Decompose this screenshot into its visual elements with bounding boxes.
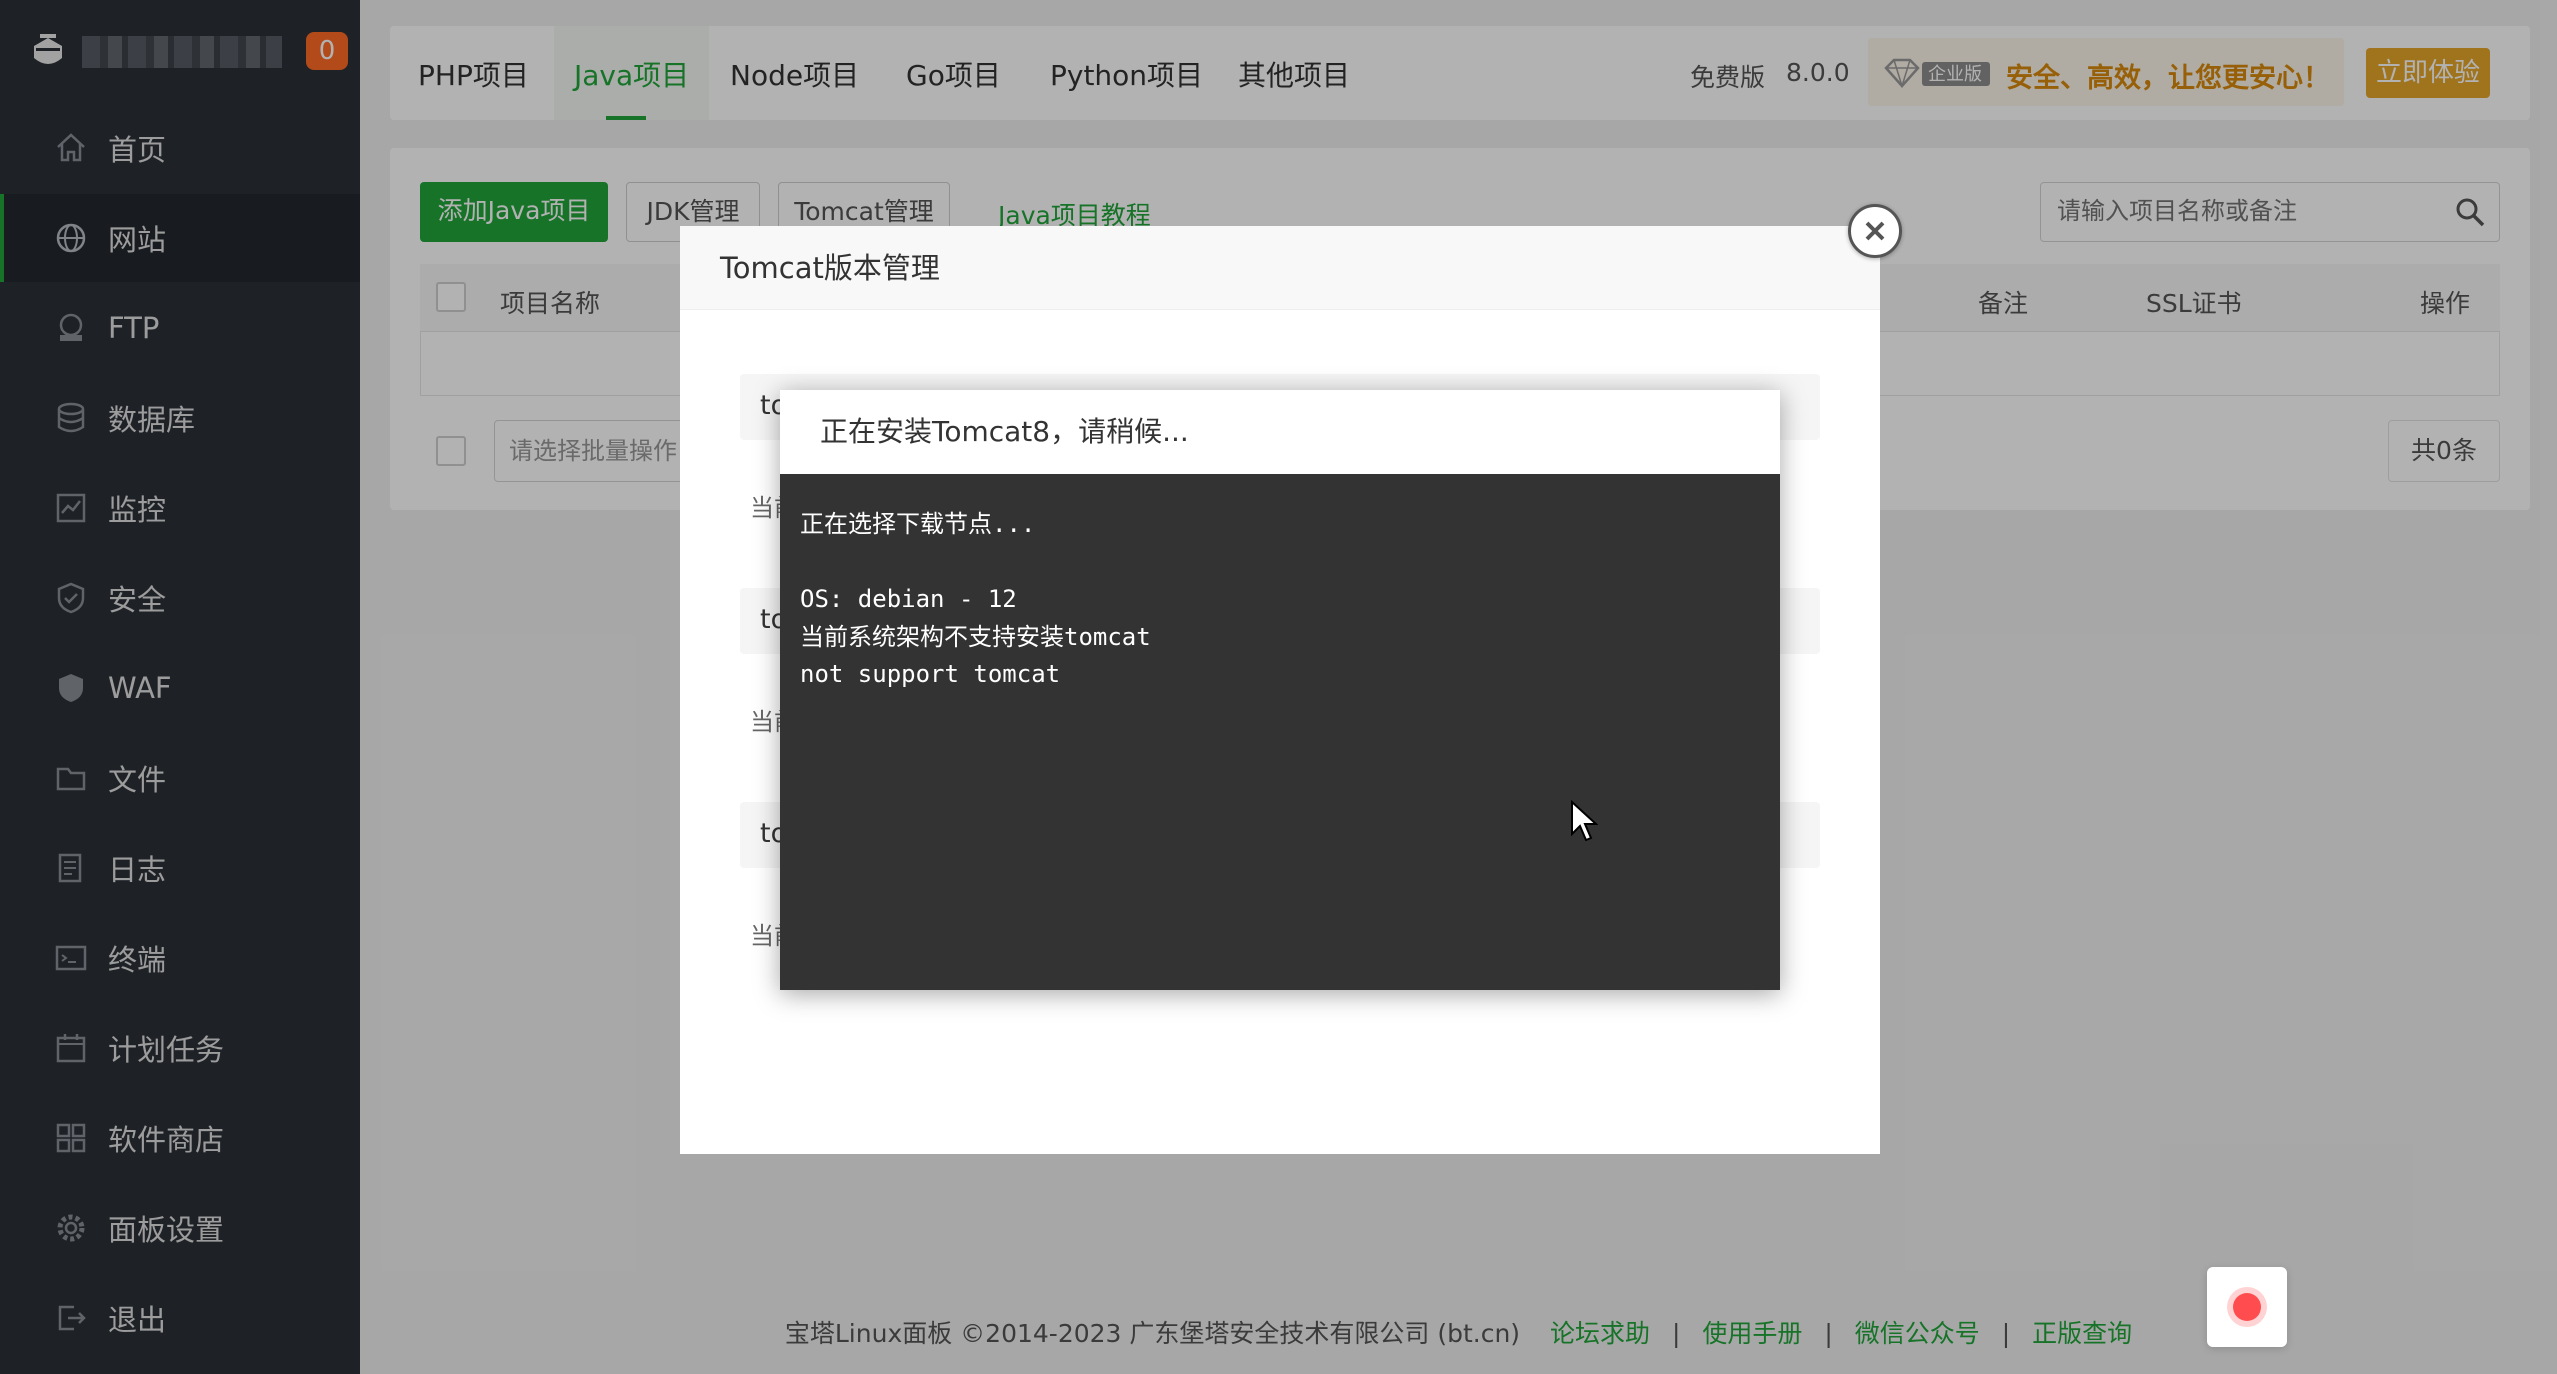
install-progress-dialog: 正在安装Tomcat8，请稍候... 正在选择下载节点... OS: debia… <box>780 390 1780 990</box>
close-icon <box>1865 221 1885 241</box>
close-dialog-button[interactable] <box>1848 204 1902 258</box>
screen-recorder-widget[interactable] <box>2207 1267 2287 1347</box>
log-line: not support tomcat <box>800 660 1061 688</box>
install-log: 正在选择下载节点... OS: debian - 12 当前系统架构不支持安装t… <box>800 506 1760 694</box>
install-title: 正在安装Tomcat8，请稍候... <box>780 390 1780 474</box>
mouse-cursor-icon <box>1570 800 1598 842</box>
record-dot-icon <box>2233 1293 2261 1321</box>
log-line: 当前系统架构不支持安装tomcat <box>800 622 1151 651</box>
log-line: OS: debian - 12 <box>800 585 1017 613</box>
dialog-title: Tomcat版本管理 <box>680 226 1880 310</box>
log-line: 正在选择下载节点... <box>800 510 1036 538</box>
